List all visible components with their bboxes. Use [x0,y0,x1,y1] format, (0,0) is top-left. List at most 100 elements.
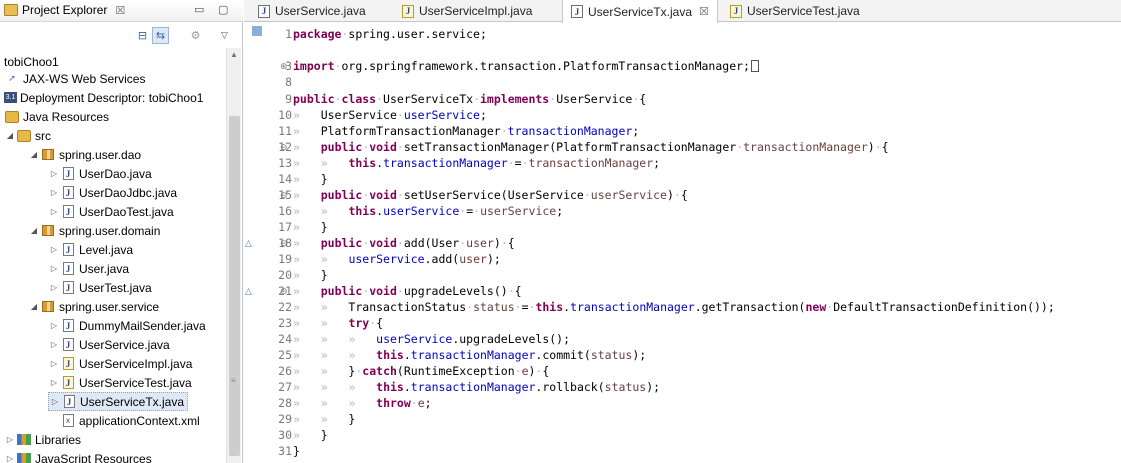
minimize-icon[interactable]: ▭ [194,3,204,16]
collapsed-arrow-icon[interactable]: ▷ [48,340,60,349]
view-menu-icon[interactable]: ▽ [216,27,233,44]
tree-item-label: spring.user.dao [59,147,142,162]
code-line: » PlatformTransactionManager·transaction… [293,124,640,138]
code-line: » public·void·add(User·user)·{ [293,236,515,250]
tree-item-label: DummyMailSender.java [79,318,206,333]
line-number: 8 [285,75,292,89]
expanded-arrow-icon[interactable]: ◢ [28,150,40,159]
tree-item-javascript-resources[interactable]: ▷ JavaScript Resources [4,449,152,463]
tree-item-file[interactable]: ▷ J UserServiceImpl.java [48,354,192,373]
tree-item-label: applicationContext.xml [79,413,200,428]
expanded-arrow-icon[interactable]: ◢ [4,131,16,140]
collapsed-arrow-icon[interactable]: ▷ [4,435,16,444]
tree-item-package[interactable]: ◢ spring.user.dao [28,145,141,164]
maximize-icon[interactable]: ▢ [218,3,228,16]
line-number: 20 [278,268,292,282]
collapse-all-icon[interactable]: ⊟ [134,27,151,44]
tree-item-file[interactable]: ▷ J UserTest.java [48,278,152,297]
libraries-icon [16,433,32,447]
source-folder-icon [16,129,32,143]
tree-item-label: JAX-WS Web Services [23,71,146,86]
tab-userservice[interactable]: J UserService.java [250,0,374,22]
tab-label: UserServiceImpl.java [419,4,533,18]
tree-item-file[interactable]: ▷ J UserDao.java [48,164,152,183]
scrollbar-thumb[interactable] [229,116,240,456]
code-line: » » this.userService·=·userService; [293,204,564,218]
line-number: 1 [285,27,292,41]
close-icon[interactable]: ☒ [115,4,125,17]
java-file-icon: J [60,319,76,333]
java-file-icon: J [571,5,583,18]
collapsed-arrow-icon[interactable]: ▷ [48,321,60,330]
fold-expand-icon[interactable]: ⊕ [280,58,292,74]
tree-item-file[interactable]: ▷ J User.java [48,259,129,278]
tree-item-file[interactable]: ▷ J UserDaoJdbc.java [48,183,177,202]
collapsed-arrow-icon[interactable]: ▷ [48,359,60,368]
expanded-arrow-icon[interactable]: ◢ [28,226,40,235]
code-line: » » userService.add(user); [293,252,501,266]
tree-item-file-selected[interactable]: ▷ J UserServiceTx.java [48,392,189,411]
line-number: 11 [278,124,292,138]
tree-item-java-resources[interactable]: Java Resources [4,107,109,126]
tree-item-libraries[interactable]: ▷ Libraries [4,430,81,449]
project-explorer-toolbar: ⊟ ⇆ ⚙ ▽ [0,22,243,48]
tree-item-file[interactable]: ▷ J UserService.java [48,335,170,354]
tree-item-label: Deployment Descriptor: tobiChoo1 [20,90,204,105]
tree-item-package[interactable]: ◢ spring.user.service [28,297,159,316]
collapsed-arrow-icon[interactable]: ▷ [48,207,60,216]
deployment-descriptor-icon: 3.1 [4,92,17,103]
fold-collapse-icon[interactable]: ⊖ [280,187,292,203]
collapsed-arrow-icon[interactable]: ▷ [48,378,60,387]
editor-tabs: J UserService.java J UserServiceImpl.jav… [244,0,1121,23]
tab-userservicetx[interactable]: J UserServiceTx.java ☒ [562,0,718,23]
line-number: 27 [278,380,292,394]
project-explorer-icon [4,4,18,16]
scroll-up-icon[interactable]: ▲ [230,50,238,59]
line-number: 31 [278,444,292,458]
collapsed-arrow-icon[interactable]: ▷ [49,397,61,406]
tab-userserviceimpl[interactable]: J UserServiceImpl.java [394,0,540,22]
code-line: » » try·{ [293,316,384,330]
focus-icon[interactable]: ⚙ [187,27,204,44]
code-line: » » » this.transactionManager.rollback(s… [293,380,661,394]
tree-item-file[interactable]: ▷ J DummyMailSender.java [48,316,206,335]
tree-item-deployment-descriptor[interactable]: 3.1 Deployment Descriptor: tobiChoo1 [4,88,203,107]
web-services-icon: ➚ [8,73,16,83]
package-icon [40,224,56,238]
collapsed-arrow-icon[interactable]: ▷ [48,245,60,254]
tree-item-label: spring.user.service [59,299,160,314]
tab-userservicetest[interactable]: J UserServiceTest.java [722,0,868,22]
project-explorer-tab[interactable]: Project Explorer ☒ ▭ ▢ [0,0,243,22]
tree-item-src[interactable]: ◢ src [4,126,51,145]
expanded-arrow-icon[interactable]: ◢ [28,302,40,311]
xml-file-icon: x [60,414,76,428]
line-number: 14 [278,172,292,186]
close-tab-icon[interactable]: ☒ [699,5,709,18]
collapsed-arrow-icon[interactable]: ▷ [48,188,60,197]
code-line: » » » this.transactionManager.commit(sta… [293,348,647,362]
tree-item-file[interactable]: ▷ J UserServiceTest.java [48,373,192,392]
line-number: 10 [278,108,292,122]
collapsed-arrow-icon[interactable]: ▷ [48,283,60,292]
fold-collapse-icon[interactable]: ⊖ [280,139,292,155]
tree-item-jaxws[interactable]: ➚ JAX-WS Web Services [4,69,145,88]
code-editor[interactable]: 1 3 8 9 10 11 12 13 14 15 16 17 18 19 20… [244,23,1121,463]
tree-item-package[interactable]: ◢ spring.user.domain [28,221,160,240]
tree-item-file[interactable]: x applicationContext.xml [60,411,200,430]
fold-collapse-icon[interactable]: ⊖ [280,283,292,299]
fold-collapse-icon[interactable]: ⊖ [280,235,292,251]
link-with-editor-icon[interactable]: ⇆ [152,27,169,44]
tree-item-file[interactable]: ▷ J Level.java [48,240,133,259]
tree-item-label: Libraries [35,432,82,447]
collapsed-arrow-icon[interactable]: ▷ [4,454,16,463]
collapsed-arrow-icon[interactable]: ▷ [48,264,60,273]
java-file-warning-icon: J [60,376,76,390]
tree-item-file[interactable]: ▷ J UserDaoTest.java [48,202,174,221]
project-tree: tobiChoo1 ➚ JAX-WS Web Services 3.1 Depl… [0,48,226,463]
java-file-icon: J [60,205,76,219]
java-file-icon: J [60,262,76,276]
line-number: 9 [285,92,292,106]
collapsed-arrow-icon[interactable]: ▷ [48,169,60,178]
tree-scrollbar[interactable]: ▲ ≡ [226,48,241,463]
project-explorer-panel: Project Explorer ☒ ▭ ▢ ⊟ ⇆ ⚙ ▽ tobiChoo1… [0,0,243,463]
